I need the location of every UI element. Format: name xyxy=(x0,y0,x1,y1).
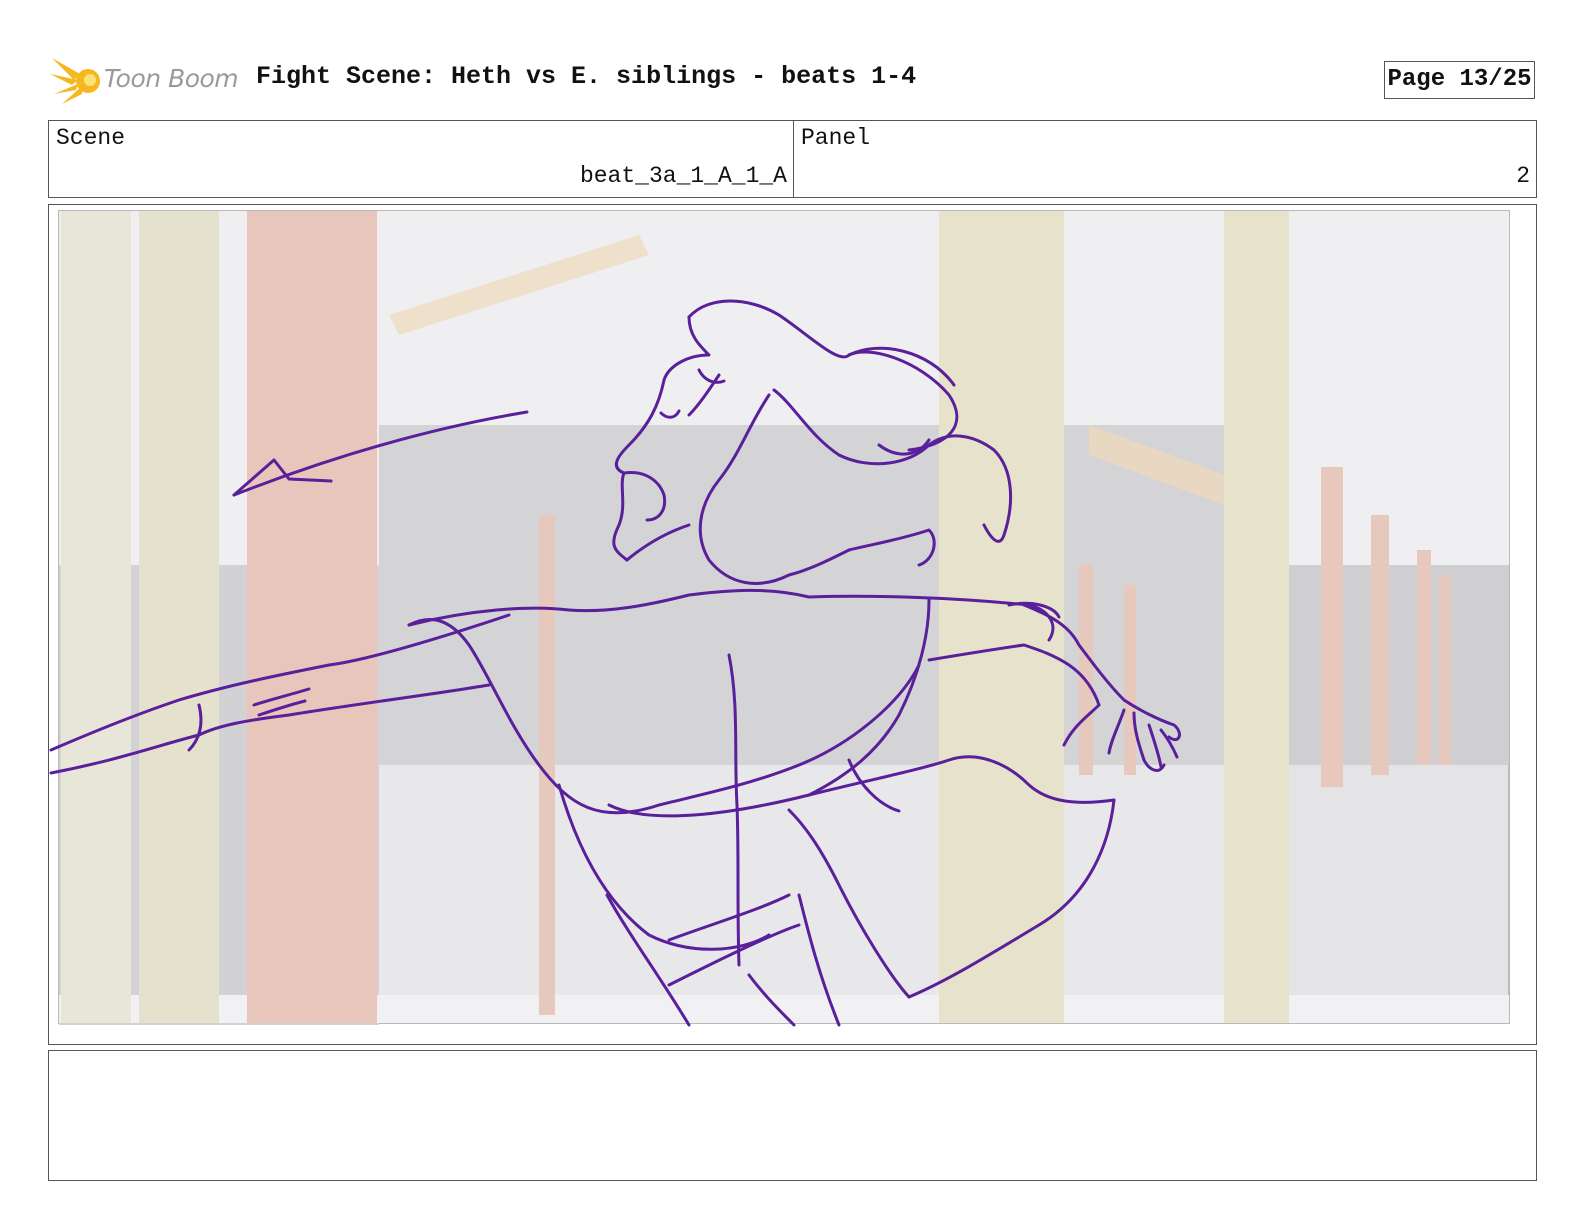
panel-value: 2 xyxy=(1516,163,1530,189)
panel-label: Panel xyxy=(801,125,871,151)
toon-boom-burst-icon xyxy=(50,58,100,104)
scene-panel-table: Scene beat_3a_1_A_1_A Panel 2 xyxy=(48,120,1537,198)
scene-cell: Scene beat_3a_1_A_1_A xyxy=(49,121,794,197)
scene-value: beat_3a_1_A_1_A xyxy=(579,163,787,189)
background-layout xyxy=(58,210,1510,1025)
storyboard-panel-frame xyxy=(48,204,1537,1045)
toon-boom-logo: Toon Boom xyxy=(50,54,240,106)
panel-notes-box xyxy=(48,1050,1537,1181)
storyboard-panel-drawing xyxy=(49,205,1536,1044)
panel-cell: Panel 2 xyxy=(794,121,1536,197)
document-title: Fight Scene: Heth vs E. siblings - beats… xyxy=(256,62,917,91)
logo-wordmark: Toon Boom xyxy=(104,64,239,93)
scene-label: Scene xyxy=(56,125,126,151)
page-indicator: Page 13/25 xyxy=(1384,61,1535,99)
